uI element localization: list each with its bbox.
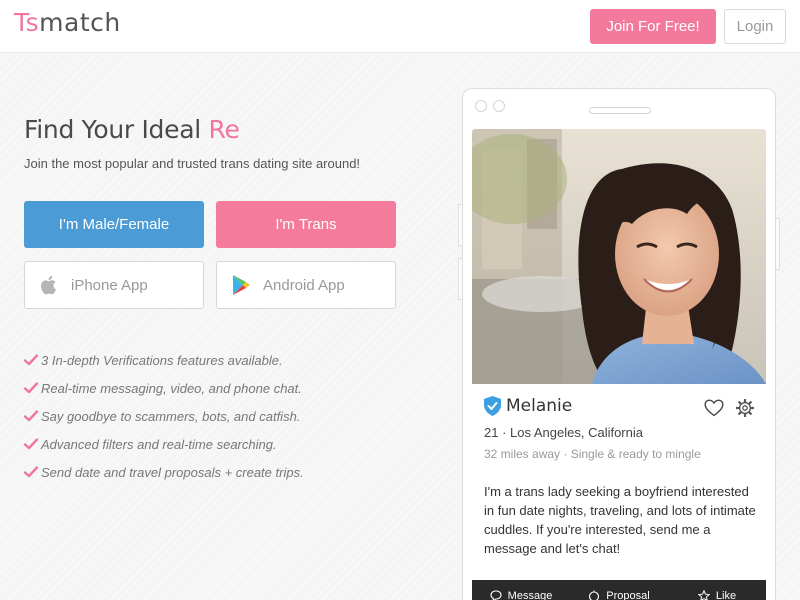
male-female-button[interactable]: I'm Male/Female [24, 201, 204, 248]
phone-dot [475, 100, 487, 112]
profile-location: 21 · Los Angeles, California [484, 425, 643, 440]
proposal-icon [588, 590, 600, 600]
check-icon [24, 354, 38, 366]
phone-speaker [589, 107, 651, 114]
like-label: Like [715, 590, 737, 600]
feature-text: Real-time messaging, video, and phone ch… [41, 380, 302, 396]
feature-item: Real-time messaging, video, and phone ch… [24, 374, 304, 402]
profile-bio: I'm a trans lady seeking a boyfriend int… [484, 484, 756, 556]
feature-list: 3 In-depth Verifications features availa… [24, 346, 304, 486]
feature-item: Send date and travel proposals + create … [24, 458, 304, 486]
profile-meta: 32 miles away · Single & ready to mingle [484, 447, 701, 461]
star-icon [697, 590, 710, 600]
iphone-app-label: iPhone App [71, 276, 148, 294]
feature-text: 3 In-depth Verifications features availa… [41, 352, 283, 368]
check-icon [24, 410, 38, 422]
logo-ts: Ts [14, 8, 40, 37]
feature-item: Say goodbye to scammers, bots, and catfi… [24, 402, 304, 430]
hero-title: Find Your Ideal Re [24, 115, 240, 144]
feature-text: Say goodbye to scammers, bots, and catfi… [41, 408, 301, 424]
chat-bubble-icon [490, 590, 502, 600]
gear-icon[interactable] [736, 399, 754, 417]
profile-photo[interactable] [472, 129, 766, 384]
proposal-label: Proposal [606, 590, 650, 600]
iphone-app-button[interactable]: iPhone App [24, 261, 204, 309]
proposal-button[interactable]: Proposal [570, 588, 668, 600]
apple-icon [37, 273, 61, 297]
hero-subtitle: Join the most popular and trusted trans … [24, 156, 361, 171]
android-app-button[interactable]: Android App [216, 261, 396, 309]
profile-name: Melanie [506, 396, 573, 416]
message-button[interactable]: Message [472, 588, 570, 600]
site-logo[interactable]: Ts match [14, 8, 121, 37]
join-for-free-button[interactable]: Join For Free! [590, 9, 716, 44]
verified-shield-icon [484, 396, 501, 416]
check-icon [24, 382, 38, 394]
profile-name-row: Melanie [484, 396, 572, 416]
message-label: Message [507, 590, 553, 600]
logo-match: match [39, 8, 121, 37]
heart-icon[interactable] [704, 399, 724, 417]
phone-dot [493, 100, 505, 112]
google-play-icon [229, 273, 253, 297]
feature-text: Advanced filters and real-time searching… [41, 436, 277, 452]
hero-title-accent: Re [208, 115, 240, 144]
check-icon [24, 438, 38, 450]
feature-item: Advanced filters and real-time searching… [24, 430, 304, 458]
login-button[interactable]: Login [724, 9, 786, 44]
trans-button[interactable]: I'm Trans [216, 201, 396, 248]
feature-item: 3 In-depth Verifications features availa… [24, 346, 304, 374]
top-bar: Ts match Join For Free! Login [0, 0, 800, 53]
feature-text: Send date and travel proposals + create … [41, 464, 304, 480]
profile-action-bar: Message Proposal Like [472, 580, 766, 600]
android-app-label: Android App [263, 276, 345, 294]
hero-title-text: Find Your Ideal [24, 115, 209, 144]
check-icon [24, 466, 38, 478]
like-button[interactable]: Like [668, 588, 766, 600]
